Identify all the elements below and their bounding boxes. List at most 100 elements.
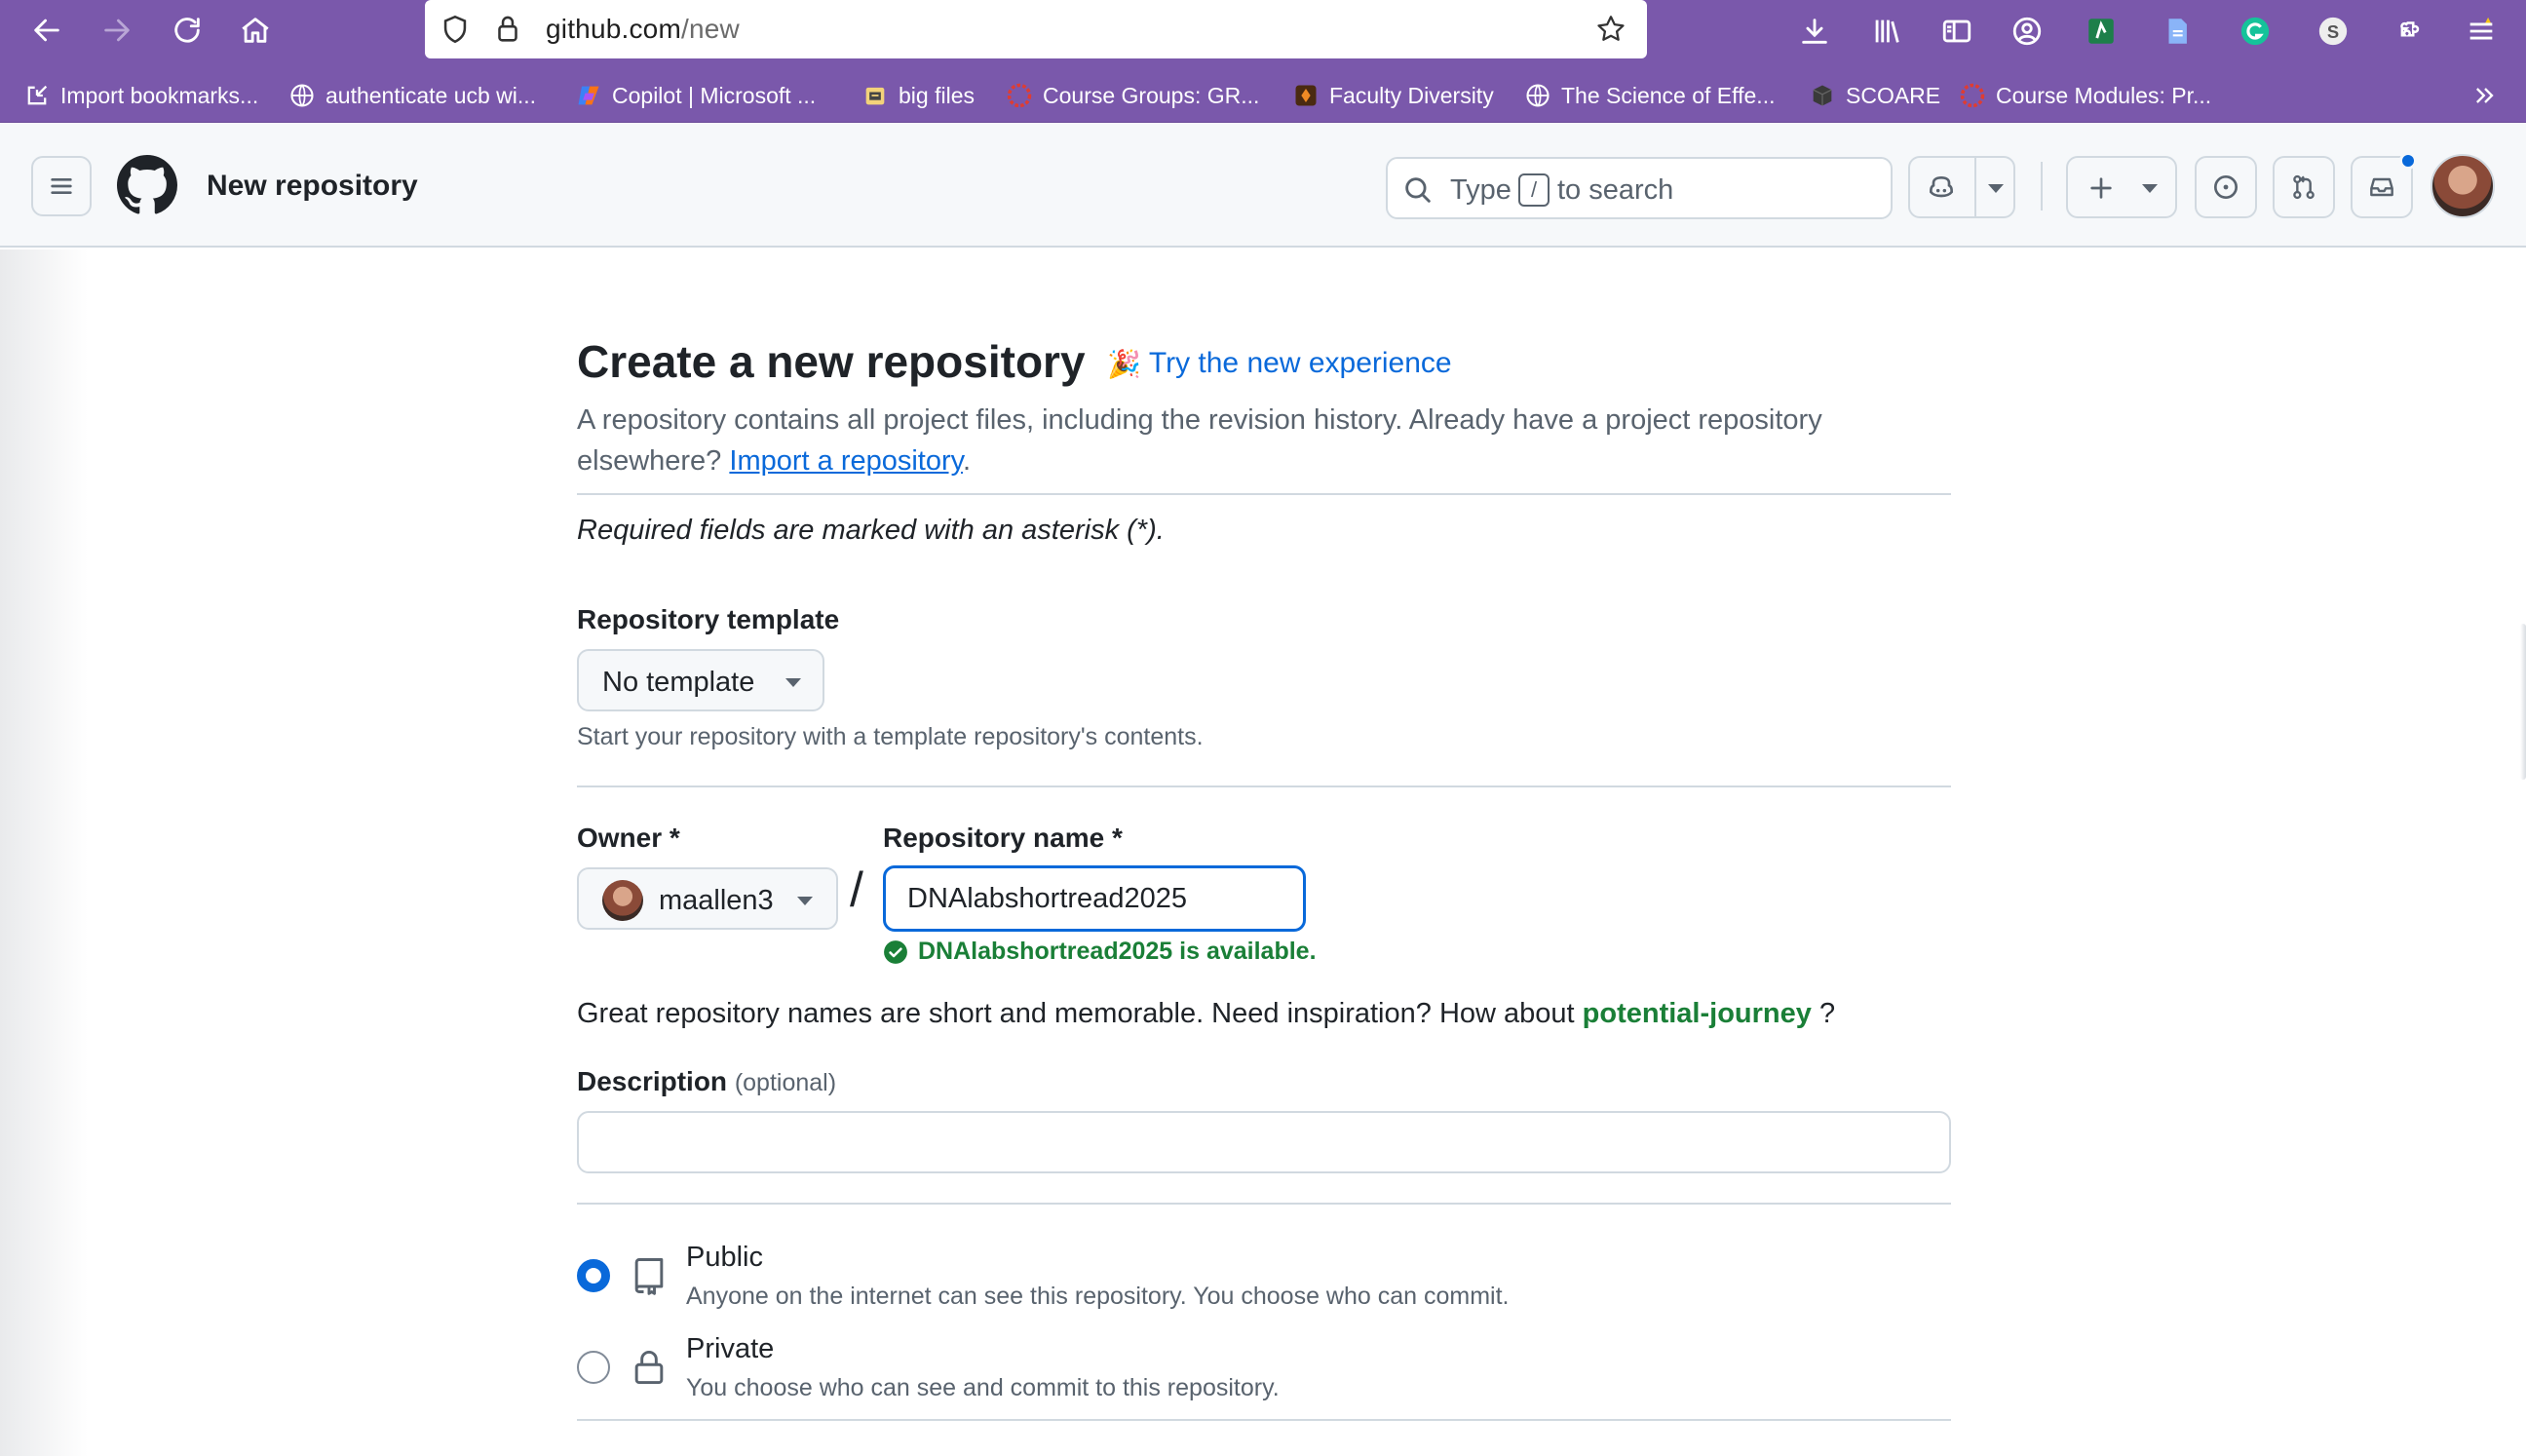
browser-toolbar: github.com/new S — [0, 0, 2526, 60]
pull-requests-button[interactable] — [2273, 156, 2335, 218]
bookmark-course-modules[interactable]: Course Modules: Pr... — [1959, 78, 2211, 113]
arrow-right-icon — [104, 19, 130, 42]
bookmark-science[interactable]: The Science of Effe... — [1524, 78, 1775, 113]
template-help-text: Start your repository with a template re… — [577, 723, 1204, 750]
back-button[interactable] — [23, 8, 70, 53]
canvas-icon — [1960, 83, 1985, 108]
github-logo-icon[interactable] — [117, 155, 177, 215]
user-avatar[interactable] — [2430, 154, 2495, 218]
chevron-down-icon — [797, 897, 813, 905]
canvas-icon — [1007, 83, 1032, 108]
reload-icon — [174, 18, 200, 43]
bookmarks-overflow-button[interactable] — [2471, 78, 2508, 113]
issues-button[interactable] — [2195, 156, 2257, 218]
search-icon — [1405, 177, 1431, 203]
description-input[interactable] — [577, 1111, 1951, 1173]
download-icon — [1802, 19, 1827, 44]
bookmark-label: SCOARE — [1846, 82, 1941, 108]
extensions-button[interactable] — [2390, 12, 2429, 51]
section-divider — [577, 1419, 1951, 1421]
home-button[interactable] — [232, 8, 279, 53]
reader-view-button[interactable] — [1937, 12, 1976, 51]
section-divider — [577, 493, 1951, 495]
try-new-label: Try the new experience — [1148, 347, 1452, 379]
bookmark-scoare[interactable]: SCOARE — [1809, 78, 1940, 113]
arrow-left-icon — [34, 19, 59, 42]
search-placeholder-type: Type — [1450, 174, 1512, 206]
visibility-option-private[interactable]: Private You choose who can see and commi… — [577, 1333, 1951, 1411]
bookmark-authenticate[interactable]: authenticate ucb wi... — [288, 78, 536, 113]
library-button[interactable] — [1867, 12, 1906, 51]
plus-icon — [2090, 177, 2112, 199]
bookmark-label: big files — [899, 82, 975, 108]
party-popper-icon: 🎉 — [1107, 348, 1141, 379]
private-radio[interactable] — [577, 1351, 610, 1384]
repository-name-input[interactable] — [883, 865, 1306, 932]
grammarly-button[interactable] — [2236, 12, 2275, 51]
url-bar[interactable]: github.com/new — [425, 0, 1647, 58]
document-icon — [2168, 19, 2187, 44]
s-extension-icon: S — [2318, 17, 2348, 46]
suggested-name-link[interactable]: potential-journey — [1583, 998, 1812, 1029]
section-divider — [577, 1203, 1951, 1205]
lock-icon[interactable] — [491, 13, 524, 46]
copilot-button[interactable] — [1908, 156, 2015, 218]
forward-button[interactable] — [94, 8, 140, 53]
visibility-option-public[interactable]: Public Anyone on the internet can see th… — [577, 1242, 1951, 1320]
lock-icon — [634, 1351, 664, 1385]
account-button[interactable] — [2008, 12, 2047, 51]
repo-icon — [634, 1258, 664, 1295]
account-icon — [2012, 17, 2042, 46]
public-description: Anyone on the internet can see this repo… — [686, 1283, 1510, 1310]
puzzle-icon — [2400, 21, 2420, 37]
bookmark-big-files[interactable]: big files — [861, 78, 975, 113]
issue-icon — [2214, 175, 2238, 199]
extension-button-1[interactable] — [2082, 12, 2121, 51]
repository-name-label: Repository name * — [883, 823, 1123, 853]
private-description: You choose who can see and commit to thi… — [686, 1374, 1280, 1401]
extension-button-3[interactable]: S — [2314, 12, 2353, 51]
shield-icon[interactable] — [439, 13, 472, 46]
global-nav-button[interactable] — [31, 156, 92, 216]
app-menu-button[interactable] — [2462, 12, 2501, 51]
bookmark-label: Course Modules: Pr... — [1996, 82, 2212, 108]
search-input[interactable]: Type / to search — [1386, 157, 1893, 219]
owner-select[interactable]: maallen3 — [577, 867, 838, 930]
downloads-button[interactable] — [1795, 12, 1834, 51]
bookmark-copilot[interactable]: Copilot | Microsoft ... — [575, 78, 816, 113]
svg-text:S: S — [2327, 21, 2339, 42]
reload-button[interactable] — [164, 8, 210, 53]
globe-icon — [1526, 84, 1550, 107]
section-divider — [577, 785, 1951, 787]
url-text[interactable]: github.com/new — [546, 14, 740, 45]
copilot-icon — [578, 86, 599, 105]
search-shortcut-key: / — [1518, 173, 1550, 207]
description-label-text: Description — [577, 1066, 728, 1096]
scroll-edge-indicator — [2520, 624, 2526, 780]
chevron-down-icon — [2142, 184, 2158, 193]
name-suggestion-text: Great repository names are short and mem… — [577, 998, 1835, 1030]
cube-icon — [1813, 85, 1832, 106]
import-repository-link[interactable]: Import a repository — [729, 445, 963, 477]
owner-value: maallen3 — [659, 885, 774, 916]
try-new-experience-link[interactable]: 🎉 Try the new experience — [1107, 347, 1452, 380]
url-host: github.com — [546, 14, 681, 44]
bookmark-course-groups[interactable]: Course Groups: GR... — [1006, 78, 1259, 113]
suggestion-suffix: ? — [1818, 998, 1836, 1029]
public-radio[interactable] — [577, 1259, 610, 1292]
intro-period: . — [963, 445, 972, 477]
hamburger-icon — [51, 178, 72, 194]
page-context-title[interactable]: New repository — [207, 170, 418, 203]
header-divider — [2041, 162, 2043, 211]
box-icon — [865, 87, 885, 105]
template-select[interactable]: No template — [577, 649, 824, 711]
star-icon[interactable] — [1594, 13, 1627, 46]
library-icon — [1875, 19, 1899, 43]
chevron-double-right-icon — [2476, 88, 2494, 103]
page-title: Create a new repository — [577, 336, 1086, 387]
extension-button-2[interactable] — [2158, 12, 2197, 51]
bookmark-import[interactable]: Import bookmarks... — [23, 78, 258, 113]
bookmark-faculty-diversity[interactable]: Faculty Diversity — [1292, 78, 1494, 113]
create-new-button[interactable] — [2066, 156, 2177, 218]
private-title: Private — [686, 1333, 775, 1364]
